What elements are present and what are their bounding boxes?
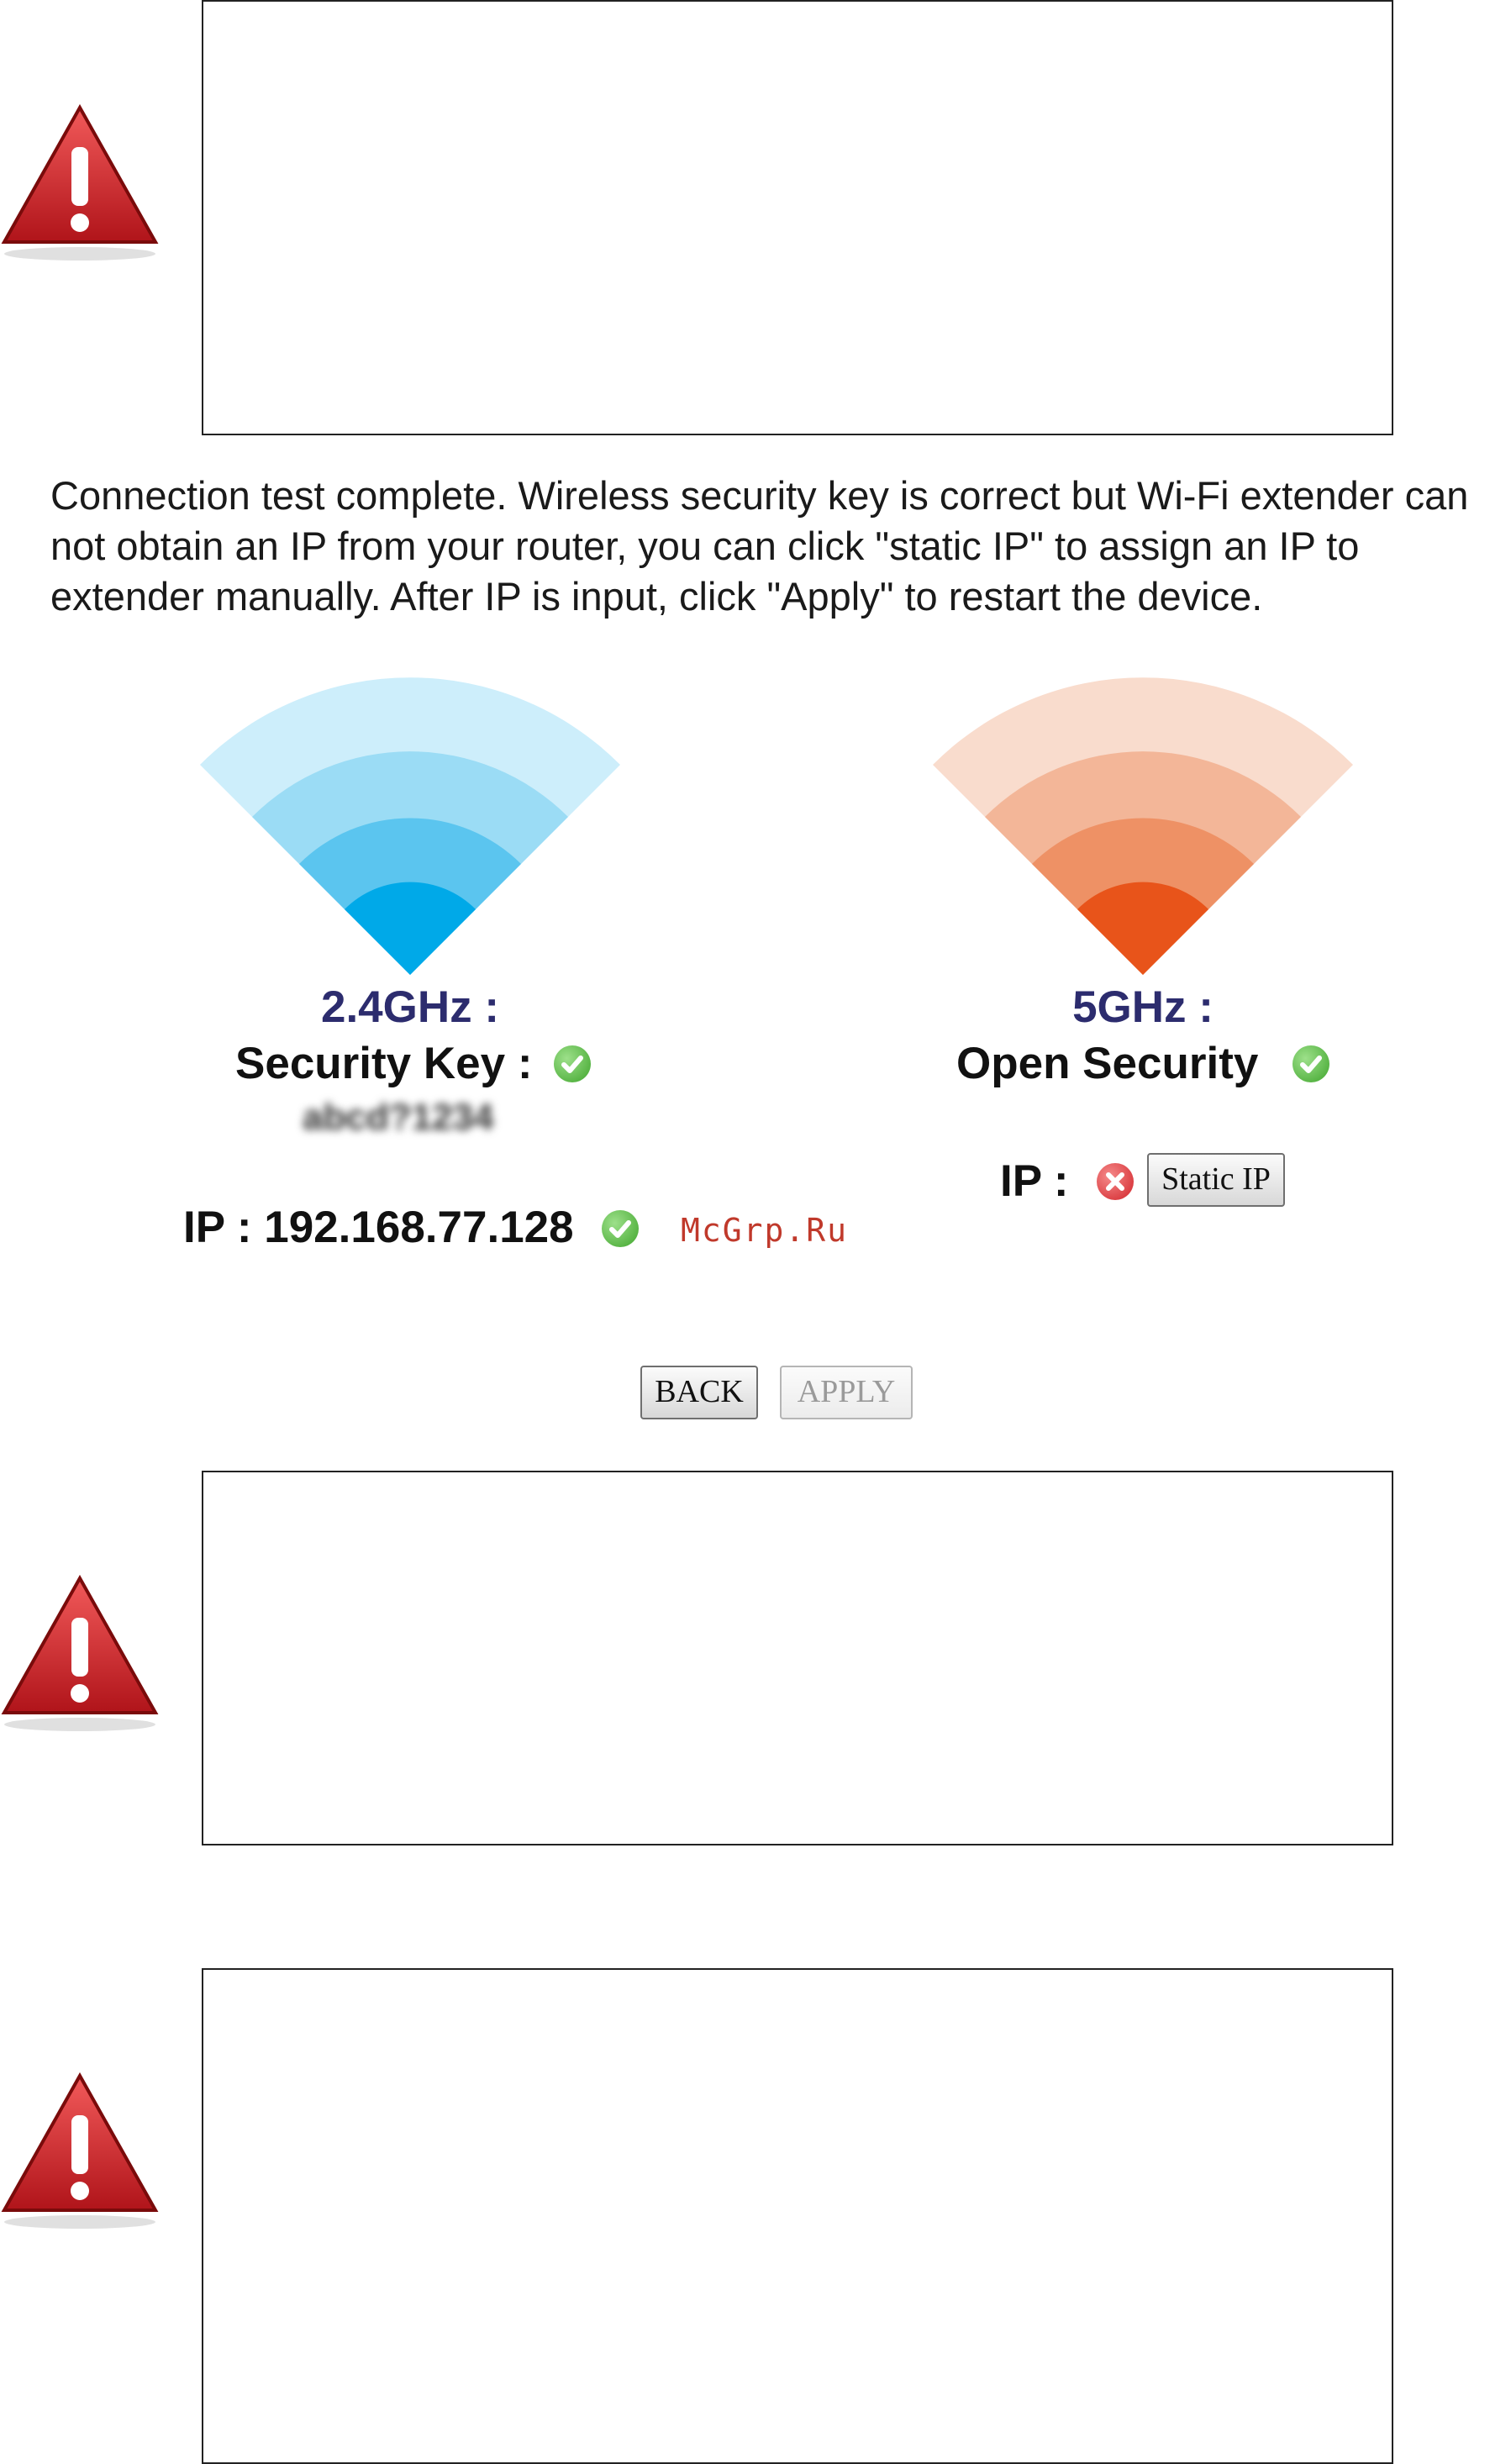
security-key-label: Security Key :	[235, 1039, 533, 1088]
security-key-check-icon	[554, 1045, 591, 1082]
ip-5ghz-label: IP :	[1000, 1156, 1069, 1206]
ip-5ghz-error-icon	[1097, 1163, 1134, 1200]
warning-icon	[0, 1572, 160, 1740]
security-key-value: abcd?1234	[303, 1097, 494, 1138]
static-ip-button[interactable]: Static IP	[1147, 1153, 1285, 1207]
warning-icon	[0, 2069, 160, 2237]
open-security-label: Open Security	[956, 1039, 1259, 1088]
warning-note-box	[202, 1471, 1393, 1845]
band-24ghz-label: 2.4GHz :	[320, 982, 500, 1032]
connection-test-message: Connection test complete. Wireless secur…	[50, 473, 1469, 619]
apply-button[interactable]: APPLY	[780, 1366, 913, 1419]
back-button[interactable]: BACK	[640, 1366, 758, 1419]
band-5ghz-label: 5GHz :	[1072, 982, 1214, 1032]
ip-24ghz-label: IP : 192.168.77.128	[183, 1203, 574, 1252]
ip-24ghz-check-icon	[602, 1210, 639, 1247]
wifi-24ghz-icon	[200, 677, 620, 983]
open-security-check-icon	[1293, 1045, 1329, 1082]
wifi-5ghz-icon	[933, 677, 1353, 983]
warning-note-box	[202, 1968, 1393, 2464]
watermark: McGrp.Ru	[681, 1212, 849, 1249]
warning-icon	[0, 101, 160, 269]
warning-note-box	[202, 0, 1393, 435]
